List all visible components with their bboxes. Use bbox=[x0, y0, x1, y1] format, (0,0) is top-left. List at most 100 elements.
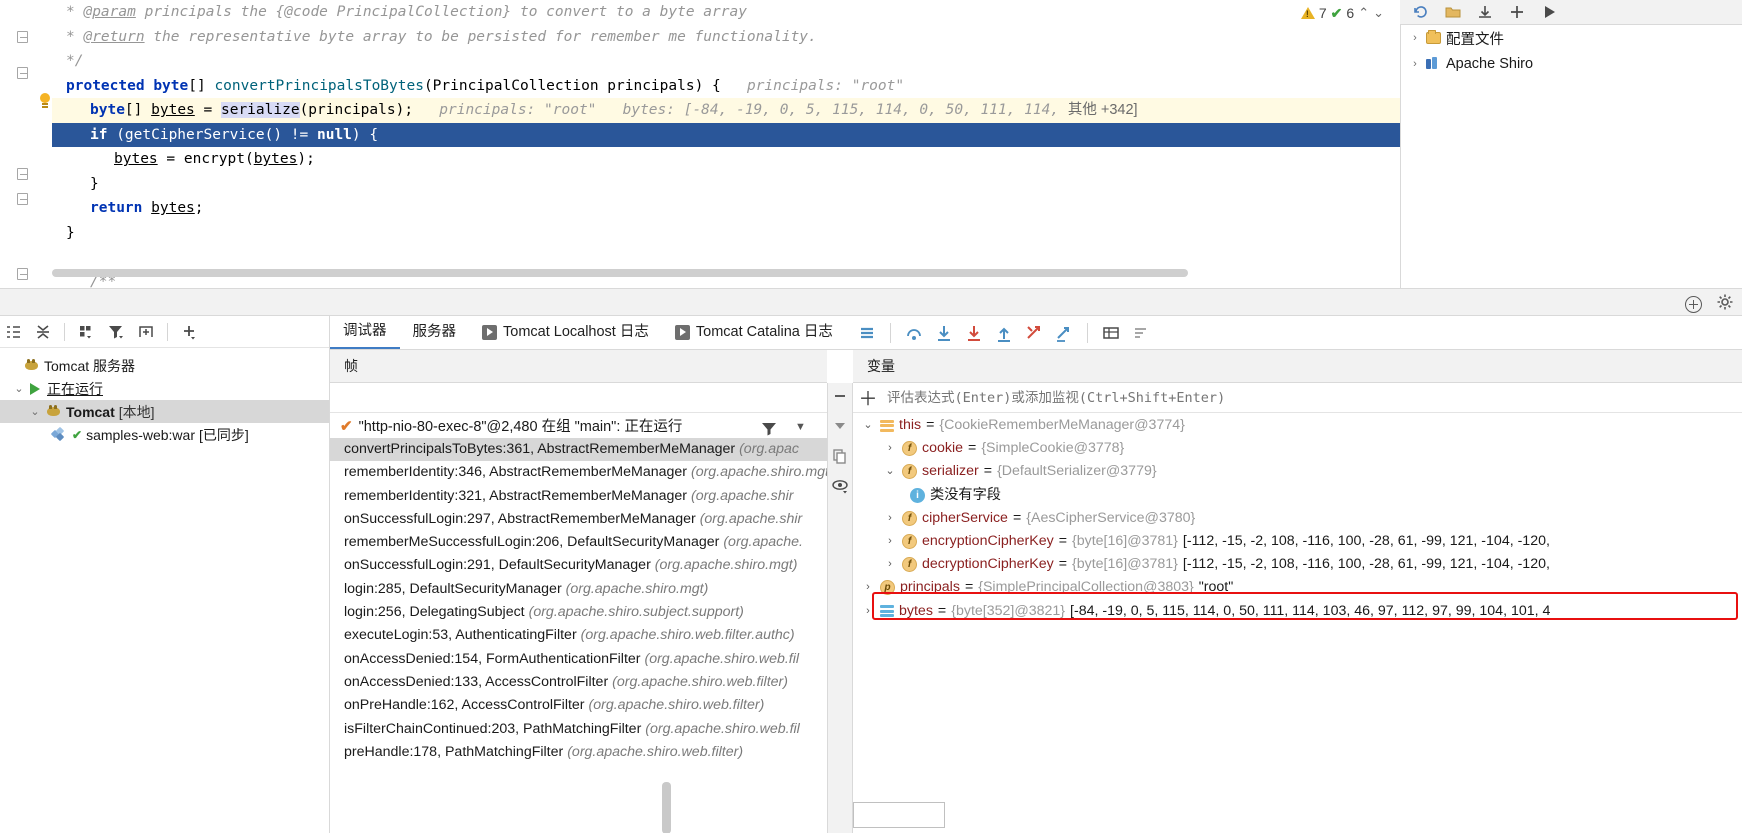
services-toolbar[interactable] bbox=[0, 316, 329, 348]
chevron-right-icon-cookie[interactable]: › bbox=[883, 437, 897, 460]
variable-row-serializer[interactable]: ⌄ f serializer = {DefaultSerializer@3779… bbox=[853, 460, 1742, 483]
prev-problem-icon[interactable]: ⌃ bbox=[1358, 5, 1369, 21]
service-node-tomcat-server[interactable]: Tomcat 服务器 bbox=[0, 354, 329, 377]
table-row[interactable]: convertPrincipalsToBytes:361, AbstractRe… bbox=[330, 438, 827, 462]
tab-tomcat-catalina-log[interactable]: Tomcat Catalina 日志 bbox=[662, 315, 846, 349]
chevron-down-filled-icon[interactable] bbox=[831, 417, 849, 435]
chevron-right-icon-dec[interactable]: › bbox=[883, 553, 897, 576]
fold-marker-next[interactable] bbox=[17, 268, 28, 280]
frames-pane[interactable]: 帧 ▼ ✔ "http-nio-80-exec-8"@2,480 在组 "mai… bbox=[330, 350, 827, 833]
table-row[interactable]: onAccessDenied:133, AccessControlFilter … bbox=[330, 671, 827, 694]
evaluate-expression-input[interactable] bbox=[883, 383, 1742, 412]
sort-values-icon[interactable] bbox=[1130, 322, 1152, 344]
collapse-all-icon[interactable] bbox=[34, 323, 52, 341]
variable-row-bytes[interactable]: › bytes = {byte[352]@3821} [-84, -19, 0,… bbox=[853, 600, 1742, 623]
tab-tomcat-localhost-log[interactable]: Tomcat Localhost 日志 bbox=[469, 315, 662, 349]
collapse-circle-icon[interactable] bbox=[1685, 296, 1702, 313]
chevron-right-icon[interactable]: › bbox=[1409, 32, 1421, 44]
frame-list[interactable]: convertPrincipalsToBytes:361, AbstractRe… bbox=[330, 438, 827, 833]
variables-side-toolbar[interactable] bbox=[827, 383, 853, 833]
table-row[interactable]: rememberIdentity:321, AbstractRememberMe… bbox=[330, 485, 827, 508]
evaluate-table-icon[interactable] bbox=[1100, 322, 1122, 344]
chevron-down-icon-tomcat[interactable]: ⌄ bbox=[28, 405, 42, 418]
tree-item-apache-shiro[interactable]: › Apache Shiro bbox=[1401, 51, 1742, 77]
watch-eye-icon[interactable] bbox=[831, 477, 849, 495]
variable-row-cipher-service[interactable]: › f cipherService = {AesCipherService@37… bbox=[853, 507, 1742, 530]
next-problem-icon[interactable]: ⌄ bbox=[1373, 5, 1384, 21]
force-step-into-icon[interactable] bbox=[963, 322, 985, 344]
folder-open-icon[interactable] bbox=[1444, 3, 1462, 21]
tab-server[interactable]: 服务器 bbox=[400, 315, 470, 349]
drop-frame-icon[interactable] bbox=[1023, 322, 1045, 344]
code-lines[interactable]: * @param principals the {@code Principal… bbox=[52, 0, 1556, 294]
plus-icon[interactable]: ＋ bbox=[853, 384, 883, 411]
table-row[interactable]: isFilterChainContinued:203, PathMatching… bbox=[330, 718, 827, 741]
service-node-war-artifact[interactable]: ✔ samples-web:war [已同步] bbox=[0, 423, 329, 446]
chevron-right-icon-enc[interactable]: › bbox=[883, 530, 897, 553]
filter-icon[interactable] bbox=[107, 323, 125, 341]
maven-projects-panel[interactable]: › 配置文件 › Apache Shiro bbox=[1400, 25, 1742, 288]
add-icon[interactable] bbox=[1508, 3, 1526, 21]
step-over-icon[interactable] bbox=[903, 322, 925, 344]
table-row[interactable]: login:256, DelegatingSubject (org.apache… bbox=[330, 601, 827, 624]
fold-marker-javadoc[interactable] bbox=[17, 31, 28, 43]
editor-horizontal-scrollbar[interactable] bbox=[52, 269, 1188, 277]
step-into-icon[interactable] bbox=[933, 322, 955, 344]
table-row[interactable]: onAccessDenied:154, FormAuthenticationFi… bbox=[330, 648, 827, 671]
variable-row-decryption-cipher-key[interactable]: › f decryptionCipherKey = {byte[16]@3781… bbox=[853, 553, 1742, 576]
inline-hint-bytes-more[interactable]: 其他 +342] bbox=[1068, 102, 1138, 118]
debug-tabs-bar[interactable]: 调试器 服务器 Tomcat Localhost 日志 Tomcat Catal… bbox=[330, 316, 1742, 350]
add-service-icon[interactable] bbox=[180, 323, 198, 341]
service-node-running[interactable]: ⌄ 正在运行 bbox=[0, 377, 329, 400]
variable-row-cookie[interactable]: › f cookie = {SimpleCookie@3778} bbox=[853, 437, 1742, 460]
right-panel-toolbar[interactable] bbox=[1400, 0, 1742, 25]
intention-bulb-icon[interactable] bbox=[38, 93, 52, 109]
variable-row-encryption-cipher-key[interactable]: › f encryptionCipherKey = {byte[16]@3781… bbox=[853, 530, 1742, 553]
group-icon[interactable] bbox=[77, 323, 95, 341]
frames-horizontal-scrollbar[interactable] bbox=[662, 782, 671, 833]
code-editor[interactable]: * @param principals the {@code Principal… bbox=[0, 0, 1556, 318]
table-row[interactable]: rememberIdentity:346, AbstractRememberMe… bbox=[330, 461, 827, 484]
table-row[interactable]: onPreHandle:162, AccessControlFilter (or… bbox=[330, 694, 827, 717]
tree-item-config-files[interactable]: › 配置文件 bbox=[1401, 25, 1742, 51]
step-out-icon[interactable] bbox=[993, 322, 1015, 344]
variable-row-this[interactable]: ⌄ this = {CookieRememberMeManager@3774} bbox=[853, 414, 1742, 437]
run-to-cursor-icon[interactable] bbox=[1053, 322, 1075, 344]
tab-debugger[interactable]: 调试器 bbox=[330, 315, 400, 349]
table-row[interactable]: login:285, DefaultSecurityManager (org.a… bbox=[330, 578, 827, 601]
expand-all-icon[interactable] bbox=[4, 323, 22, 341]
variables-tree[interactable]: ⌄ this = {CookieRememberMeManager@3774} … bbox=[853, 414, 1742, 833]
variables-pane[interactable]: 变量 ＋ ⌄ this = {CookieRememberMeManager@3… bbox=[853, 350, 1742, 833]
layout-icon[interactable] bbox=[856, 322, 878, 344]
run-icon[interactable] bbox=[1540, 3, 1558, 21]
divider-actions[interactable] bbox=[1685, 293, 1734, 316]
table-row[interactable]: rememberMeSuccessfulLogin:206, DefaultSe… bbox=[330, 531, 827, 554]
services-tree[interactable]: Tomcat 服务器 ⌄ 正在运行 ⌄ Tomcat [本地] ✔ sample… bbox=[0, 348, 329, 446]
service-node-tomcat-local[interactable]: ⌄ Tomcat [本地] bbox=[0, 400, 329, 423]
fold-marker-block[interactable] bbox=[17, 168, 28, 180]
chevron-right-icon-bytes[interactable]: › bbox=[861, 600, 875, 623]
copy-icon[interactable] bbox=[831, 447, 849, 465]
chevron-right-icon-principals[interactable]: › bbox=[861, 576, 875, 599]
editor-gutter[interactable] bbox=[0, 0, 52, 318]
refresh-icon[interactable] bbox=[1412, 3, 1430, 21]
table-row[interactable]: onSuccessfulLogin:291, DefaultSecurityMa… bbox=[330, 554, 827, 577]
frames-toolbar[interactable]: ▼ bbox=[330, 383, 827, 436]
download-icon[interactable] bbox=[1476, 3, 1494, 21]
table-row[interactable]: executeLogin:53, AuthenticatingFilter (o… bbox=[330, 624, 827, 647]
variable-row-principals[interactable]: › p principals = {SimplePrincipalCollect… bbox=[853, 576, 1742, 599]
debug-tool-window[interactable]: Tomcat 服务器 ⌄ 正在运行 ⌄ Tomcat [本地] ✔ sample… bbox=[0, 316, 1742, 833]
thread-row[interactable]: ✔ "http-nio-80-exec-8"@2,480 在组 "main": … bbox=[330, 413, 827, 438]
minus-icon[interactable] bbox=[831, 387, 849, 405]
evaluate-expression-bar[interactable]: ＋ bbox=[853, 383, 1742, 413]
settings-gear-icon[interactable] bbox=[1716, 293, 1734, 316]
services-panel[interactable]: Tomcat 服务器 ⌄ 正在运行 ⌄ Tomcat [本地] ✔ sample… bbox=[0, 316, 330, 833]
chevron-right-icon-cipher[interactable]: › bbox=[883, 507, 897, 530]
table-row[interactable]: preHandle:178, PathMatchingFilter (org.a… bbox=[330, 741, 827, 764]
chevron-down-icon-this[interactable]: ⌄ bbox=[861, 414, 875, 437]
table-row[interactable]: onSuccessfulLogin:297, AbstractRememberM… bbox=[330, 508, 827, 531]
inspection-widget[interactable]: 7 ✔ 6 ⌃ ⌄ bbox=[1300, 2, 1384, 24]
add-frame-icon[interactable] bbox=[137, 323, 155, 341]
fold-marker-block2[interactable] bbox=[17, 193, 28, 205]
chevron-down-icon-serializer[interactable]: ⌄ bbox=[883, 460, 897, 483]
